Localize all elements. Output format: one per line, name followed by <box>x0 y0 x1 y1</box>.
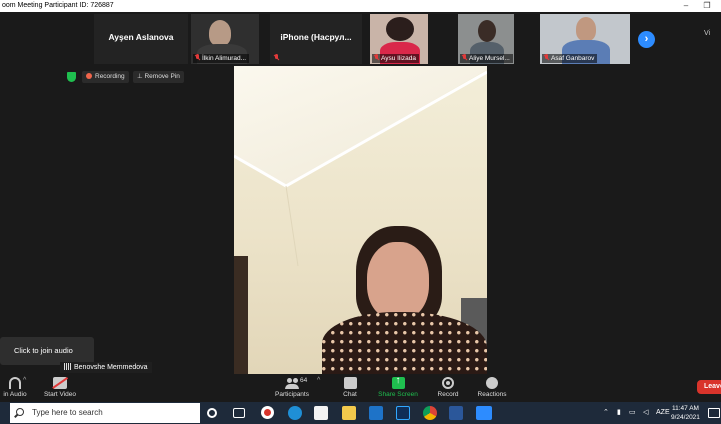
record-icon <box>86 73 92 79</box>
record-button[interactable]: Record <box>434 374 462 402</box>
smiley-icon <box>486 377 498 389</box>
task-view-icon[interactable] <box>233 408 245 418</box>
meeting-toolbar: in Audio ^ Start Video Participants 64 ^… <box>0 374 721 402</box>
remove-pin-button[interactable]: ⊥ Remove Pin <box>133 71 184 83</box>
microphone-icon[interactable]: ▮ <box>617 402 621 424</box>
network-icon[interactable]: ▭ <box>629 402 636 424</box>
reactions-button[interactable]: Reactions <box>474 374 510 402</box>
windows-taskbar: Type here to search ⌃ ▮ ▭ ◁ AZE 11:47 AM… <box>0 402 721 424</box>
mic-muted-icon <box>461 54 467 61</box>
gallery-tile[interactable]: Aysu Ilizada <box>370 14 428 64</box>
participant-label: İlkin Alimurad... <box>193 54 250 63</box>
start-button[interactable] <box>0 402 10 424</box>
participant-name: iPhone (Насрул... <box>280 32 352 42</box>
chat-icon <box>343 377 357 389</box>
gallery-tile[interactable]: Ayşen Aslanova <box>94 14 188 64</box>
minimize-button[interactable]: – <box>676 0 696 12</box>
mic-muted-icon <box>273 54 279 61</box>
participants-options-caret[interactable]: ^ <box>317 377 320 384</box>
record-icon <box>442 377 454 389</box>
share-screen-icon <box>391 375 405 389</box>
view-button[interactable]: Vi <box>704 30 710 37</box>
participant-label: Aliye Mursel... <box>460 54 513 63</box>
gallery-tile[interactable]: Asaf Ganbarov <box>540 14 630 64</box>
gallery-tile[interactable]: İlkin Alimurad... <box>191 14 259 64</box>
gallery-strip: Ayşen Aslanova İlkin Alimurad... iPhone … <box>0 12 721 66</box>
gallery-tile[interactable]: Aliye Mursel... <box>458 14 514 64</box>
participants-icon <box>285 377 299 389</box>
window-title: oom Meeting Participant ID: 726887 <box>2 2 114 9</box>
participant-label <box>272 54 284 63</box>
store-icon[interactable] <box>314 406 328 420</box>
volume-icon[interactable]: ◁ <box>643 402 648 424</box>
self-name-label: Benovshe Memmedova <box>60 362 152 373</box>
notifications-icon[interactable] <box>708 408 720 418</box>
next-page-button[interactable]: › <box>638 31 655 48</box>
taskbar-search-input[interactable]: Type here to search <box>10 403 200 423</box>
restore-button[interactable]: ❐ <box>697 0 717 12</box>
cortana-icon[interactable] <box>207 408 217 418</box>
chrome-icon[interactable] <box>423 406 437 420</box>
chat-button[interactable]: Chat <box>336 374 364 402</box>
audio-options-caret[interactable]: ^ <box>23 377 26 384</box>
signal-icon <box>64 363 72 370</box>
leave-button[interactable]: Leave <box>697 380 721 394</box>
photoshop-icon[interactable] <box>396 406 410 420</box>
share-screen-button[interactable]: Share Screen <box>376 374 420 402</box>
word-icon[interactable] <box>449 406 463 420</box>
search-icon <box>16 408 24 416</box>
participant-label: Asaf Ganbarov <box>542 54 598 63</box>
gallery-tile[interactable]: iPhone (Насрул... <box>270 14 362 64</box>
keyboard-language[interactable]: AZE <box>656 402 670 424</box>
participant-label: Aysu Ilizada <box>372 54 419 63</box>
mic-muted-icon <box>194 54 200 61</box>
start-video-button[interactable]: Start Video <box>40 374 80 402</box>
video-off-icon <box>53 377 67 389</box>
recording-indicator[interactable]: Recording <box>82 71 129 83</box>
join-audio-tooltip[interactable]: Click to join audio <box>0 337 94 365</box>
participants-count: 64 <box>300 377 308 384</box>
active-speaker-video <box>234 66 487 374</box>
edge-icon[interactable] <box>288 406 302 420</box>
mic-muted-icon <box>543 54 549 61</box>
shield-icon[interactable] <box>67 72 76 82</box>
headphones-icon <box>9 377 21 389</box>
mic-muted-icon <box>373 54 379 61</box>
app-icon[interactable] <box>261 406 274 419</box>
file-explorer-icon[interactable] <box>342 406 356 420</box>
zoom-icon[interactable] <box>476 406 492 420</box>
window-title-bar: oom Meeting Participant ID: 726887 – ❐ <box>0 0 721 12</box>
taskbar-clock[interactable]: 11:47 AM 9/24/2021 <box>671 404 700 422</box>
mail-icon[interactable] <box>369 406 383 420</box>
participant-name: Ayşen Aslanova <box>108 32 174 42</box>
tray-chevron-icon[interactable]: ⌃ <box>603 402 609 424</box>
